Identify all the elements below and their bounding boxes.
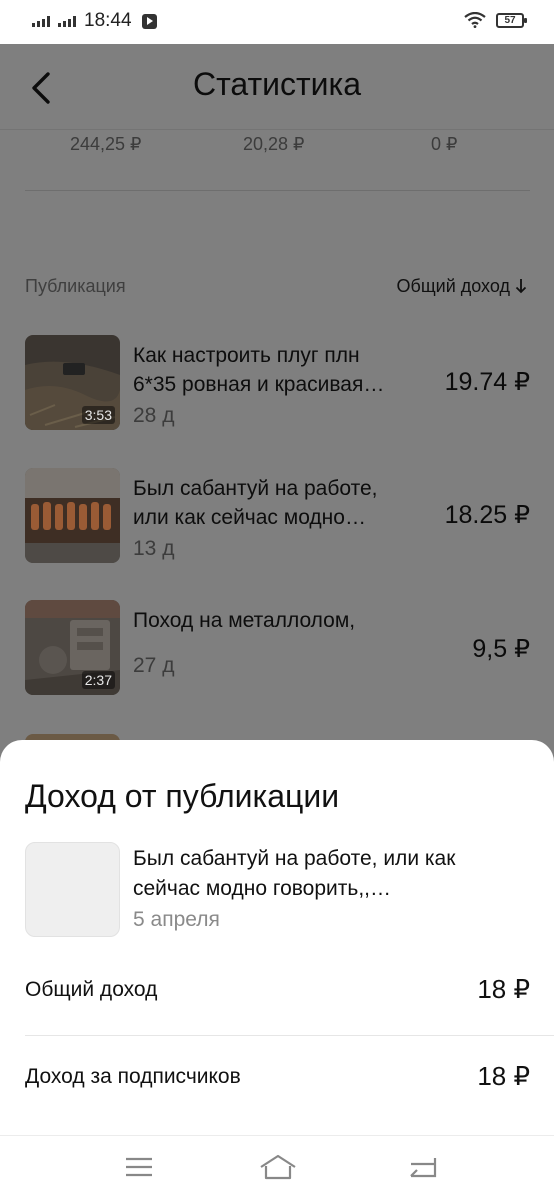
battery-level: 57: [504, 14, 516, 26]
subscriber-income-label: Доход за подписчиков: [25, 1065, 241, 1088]
page-title: Статистика: [192, 66, 362, 102]
thumbnail: [25, 468, 120, 563]
sheet-title: Доход от публикации: [25, 778, 340, 814]
sheet-publication-date: 5 апреля: [133, 908, 220, 931]
column-header-publication: Публикация: [25, 276, 126, 296]
publication-date: 28 д: [133, 404, 175, 427]
status-left: 18:44: [32, 10, 157, 32]
back-icon[interactable]: [405, 1152, 439, 1182]
column-header-income: Общий доход: [396, 276, 510, 296]
publication-income: 18.25 ₽: [444, 501, 530, 529]
duration-badge: 3:53: [81, 406, 115, 424]
total-income-label: Общий доход: [25, 978, 158, 1001]
total-income-value: 18 ₽: [477, 974, 530, 1004]
thumbnail: 2:37: [25, 600, 120, 695]
status-right: 57: [464, 12, 527, 28]
publication-thumbnail-placeholder: [25, 842, 120, 937]
duration-badge: 2:37: [81, 671, 115, 689]
total-income-row: Общий доход 18 ₽: [25, 962, 530, 1022]
stat-total: 244,25 ₽: [70, 134, 142, 154]
status-time: 18:44: [84, 10, 132, 31]
publication-income-sheet: Доход от публикации Был сабантуй на рабо…: [0, 740, 554, 1135]
signal-icon: [32, 15, 50, 27]
divider: [25, 190, 530, 191]
publication-income: 19.74 ₽: [444, 368, 530, 396]
subscriber-income-value: 18 ₽: [477, 1061, 530, 1091]
menu-icon[interactable]: [122, 1152, 156, 1182]
publication-income: 9,5 ₽: [472, 635, 530, 663]
publication-title: Поход на металлолом,: [133, 609, 356, 632]
sort-by-income[interactable]: Общий доход: [397, 276, 527, 297]
battery-icon: 57: [496, 12, 527, 28]
stat-other: 0 ₽: [431, 134, 458, 154]
publication-item[interactable]: 2:37 Поход на металлолом, 27 д 9,5 ₽: [25, 600, 530, 696]
status-bar: 18:44 57: [0, 0, 554, 44]
wifi-icon: [464, 12, 486, 28]
home-icon[interactable]: [258, 1152, 298, 1182]
publication-title: Как настроить плуг плн 6*35 ровная и кра…: [133, 344, 385, 396]
kebab-image: [25, 468, 120, 563]
publication-date: 13 д: [133, 537, 175, 560]
divider: [25, 1035, 554, 1036]
publication-date: 27 д: [133, 654, 175, 677]
play-icon: [141, 13, 157, 29]
thumbnail: 3:53: [25, 335, 120, 430]
header: Статистика: [0, 44, 554, 130]
system-nav-bar: [0, 1135, 554, 1200]
publication-item[interactable]: Был сабантуй на работе, или как сейчас м…: [25, 468, 530, 564]
signal-icon: [58, 15, 76, 27]
stat-subscribers: 20,28 ₽: [243, 134, 305, 154]
arrow-down-icon: [515, 279, 527, 294]
subscriber-income-row: Доход за подписчиков 18 ₽: [25, 1049, 530, 1109]
statistics-page: Статистика 244,25 ₽ 20,28 ₽ 0 ₽ Публикац…: [0, 44, 554, 772]
publication-title: Был сабантуй на работе, или как сейчас м…: [133, 477, 378, 529]
publication-item[interactable]: 3:53 Как настроить плуг плн 6*35 ровная …: [25, 335, 530, 431]
sheet-publication-title[interactable]: Был сабантуй на работе, или как сейчас м…: [133, 844, 528, 904]
